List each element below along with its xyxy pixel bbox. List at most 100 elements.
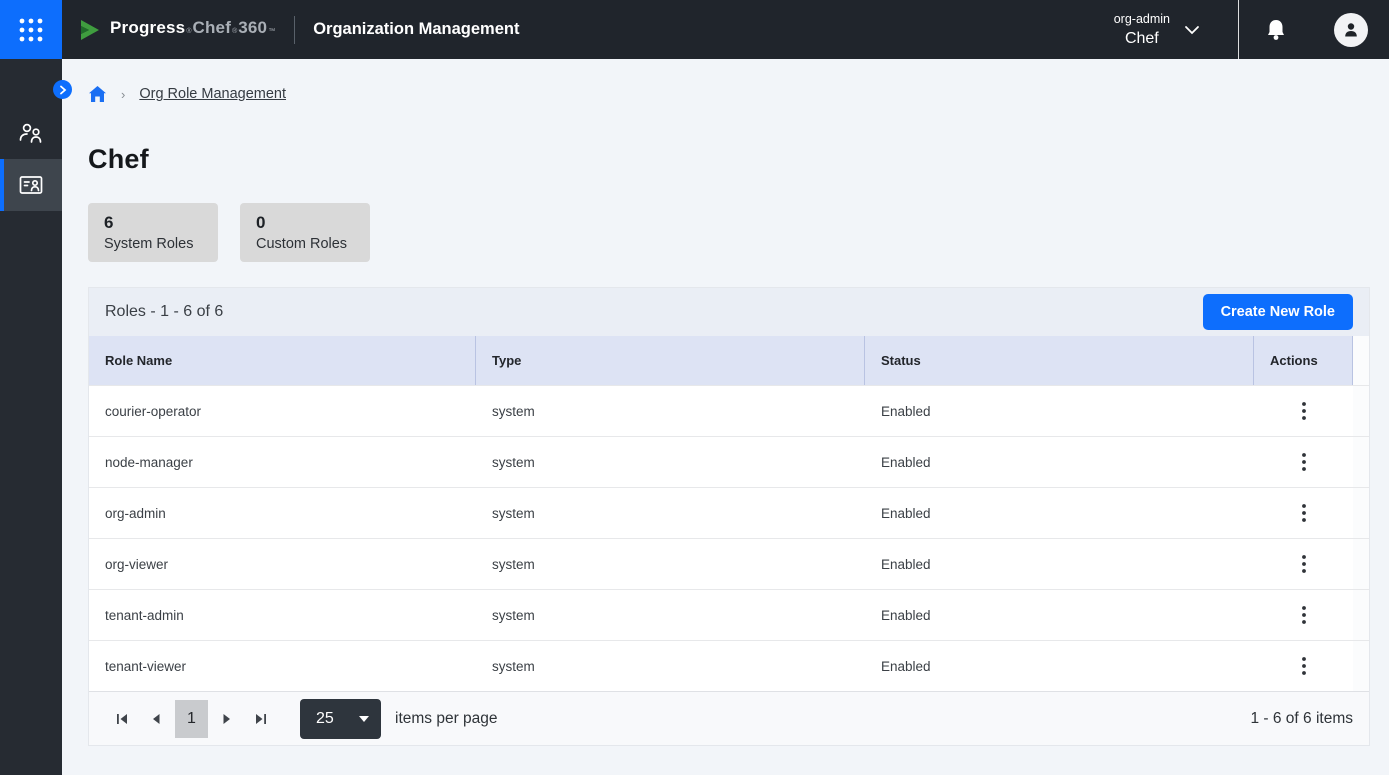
stat-label: System Roles <box>104 236 202 252</box>
stat-value: 0 <box>256 213 354 233</box>
breadcrumb-home-link[interactable] <box>88 85 107 103</box>
kebab-menu-icon <box>1302 453 1306 471</box>
table-row: courier-operator system Enabled <box>89 385 1369 436</box>
grid-toolbar: Roles - 1 - 6 of 6 Create New Role <box>89 288 1369 336</box>
page-title: Chef <box>88 144 1389 175</box>
table-row: org-viewer system Enabled <box>89 538 1369 589</box>
sidebar-expand-button[interactable] <box>53 80 72 99</box>
org-switcher[interactable]: org-admin Chef <box>1104 8 1210 52</box>
brand-progress-text: Progress <box>110 18 185 38</box>
person-icon <box>1342 21 1360 39</box>
row-actions-menu-button[interactable] <box>1292 498 1316 528</box>
org-switcher-texts: org-admin Chef <box>1114 12 1170 48</box>
cell-status: Enabled <box>865 437 1254 487</box>
grid-scroll-gutter <box>1353 488 1369 538</box>
cell-actions <box>1254 488 1353 538</box>
create-new-role-button[interactable]: Create New Role <box>1203 294 1353 330</box>
cell-status: Enabled <box>865 386 1254 436</box>
dropdown-caret-icon <box>359 716 369 722</box>
page-size-value: 25 <box>316 710 359 728</box>
user-menu-button[interactable] <box>1313 0 1389 59</box>
page-size-dropdown[interactable]: 25 <box>300 699 381 739</box>
row-actions-menu-button[interactable] <box>1292 651 1316 681</box>
pager-first-page-button[interactable] <box>105 700 139 738</box>
pager-next-page-button[interactable] <box>210 700 244 738</box>
cell-status: Enabled <box>865 590 1254 640</box>
cell-type: system <box>476 386 865 436</box>
stat-value: 6 <box>104 213 202 233</box>
column-header-actions: Actions <box>1254 336 1353 385</box>
cell-role-name: org-viewer <box>89 539 476 589</box>
cell-type: system <box>476 590 865 640</box>
brand-360-text: 360 <box>238 18 267 38</box>
avatar <box>1334 13 1368 47</box>
row-actions-menu-button[interactable] <box>1292 600 1316 630</box>
first-page-icon <box>115 712 129 726</box>
grid-header-row: Role Name Type Status Actions <box>89 336 1369 385</box>
cell-role-name: courier-operator <box>89 386 476 436</box>
row-actions-menu-button[interactable] <box>1292 447 1316 477</box>
column-header-status: Status <box>865 336 1254 385</box>
last-page-icon <box>254 712 268 726</box>
breadcrumb-separator-icon: › <box>121 87 125 102</box>
prev-page-icon <box>150 712 162 726</box>
kebab-menu-icon <box>1302 657 1306 675</box>
cell-type: system <box>476 539 865 589</box>
org-role-label: org-admin <box>1114 12 1170 26</box>
notifications-button[interactable] <box>1239 0 1313 59</box>
waffle-grid-icon <box>18 17 44 43</box>
cell-actions <box>1254 386 1353 436</box>
cell-actions <box>1254 641 1353 691</box>
app-launcher-button[interactable] <box>0 0 62 59</box>
next-page-icon <box>221 712 233 726</box>
org-name-label: Chef <box>1114 30 1170 48</box>
topbar-divider <box>294 16 295 44</box>
sidebar-item-users[interactable] <box>0 107 62 159</box>
pager-last-page-button[interactable] <box>244 700 278 738</box>
app-title: Organization Management <box>313 20 519 39</box>
pager-page-1-button[interactable]: 1 <box>175 700 208 738</box>
home-icon <box>88 85 107 103</box>
cell-status: Enabled <box>865 488 1254 538</box>
users-icon <box>18 121 44 145</box>
row-actions-menu-button[interactable] <box>1292 549 1316 579</box>
breadcrumb-current-link[interactable]: Org Role Management <box>139 86 286 102</box>
stat-card-custom-roles: 0 Custom Roles <box>240 203 370 262</box>
pager-prev-page-button[interactable] <box>139 700 173 738</box>
grid-scroll-gutter <box>1353 641 1369 691</box>
table-row: tenant-admin system Enabled <box>89 589 1369 640</box>
grid-scroll-gutter <box>1353 437 1369 487</box>
chevron-down-icon <box>1184 25 1200 35</box>
kebab-menu-icon <box>1302 504 1306 522</box>
pager-summary: 1 - 6 of 6 items <box>1250 710 1353 728</box>
cell-type: system <box>476 488 865 538</box>
table-row: tenant-viewer system Enabled <box>89 640 1369 691</box>
stat-label: Custom Roles <box>256 236 354 252</box>
grid-scroll-gutter <box>1353 590 1369 640</box>
kebab-menu-icon <box>1302 606 1306 624</box>
sidebar-item-org-roles[interactable] <box>0 159 62 211</box>
cell-role-name: tenant-viewer <box>89 641 476 691</box>
brand-tm-mark: ™ <box>268 28 275 35</box>
column-header-type: Type <box>476 336 865 385</box>
items-per-page-label: items per page <box>395 710 498 728</box>
breadcrumb: › Org Role Management <box>88 81 1389 107</box>
cell-type: system <box>476 641 865 691</box>
cell-actions <box>1254 437 1353 487</box>
cell-actions <box>1254 590 1353 640</box>
cell-status: Enabled <box>865 641 1254 691</box>
table-row: node-manager system Enabled <box>89 436 1369 487</box>
app-root: Progress® Chef® 360™ Organization Manage… <box>0 0 1389 775</box>
chevron-right-icon <box>59 85 67 95</box>
roles-grid: Roles - 1 - 6 of 6 Create New Role Role … <box>88 287 1370 746</box>
role-badge-icon <box>18 174 44 196</box>
progress-logo-icon <box>78 18 103 42</box>
brand-reg-mark: ® <box>186 28 191 35</box>
grid-pager: 1 25 items per page <box>89 691 1369 745</box>
grid-title: Roles - 1 - 6 of 6 <box>105 303 223 321</box>
cell-role-name: node-manager <box>89 437 476 487</box>
cell-type: system <box>476 437 865 487</box>
row-actions-menu-button[interactable] <box>1292 396 1316 426</box>
cell-actions <box>1254 539 1353 589</box>
brand-chef-text: Chef <box>192 18 231 38</box>
